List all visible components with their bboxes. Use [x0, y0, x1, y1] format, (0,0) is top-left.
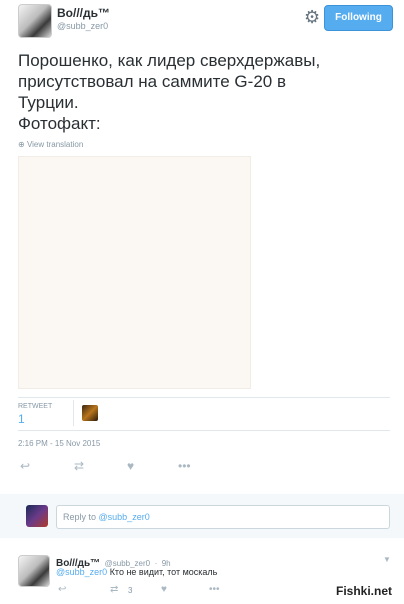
heart-icon[interactable]: ♥ — [161, 584, 167, 595]
tweet-text: Порошенко, как лидер сверхдержавы, прису… — [18, 51, 321, 133]
reply-text-body: Кто не видит, тот москаль — [109, 567, 218, 577]
chevron-down-icon[interactable]: ▼ — [383, 555, 391, 564]
divider — [18, 430, 390, 431]
stat-divider — [73, 400, 74, 426]
heart-icon[interactable]: ♥ — [127, 459, 134, 473]
retweet-stat-count[interactable]: 1 — [18, 412, 25, 426]
view-translation-label: View translation — [26, 140, 84, 149]
reply-retweet-count: 3 — [128, 586, 133, 595]
reply-text-mention[interactable]: @subb_zer0 — [56, 567, 107, 577]
tweet-timestamp: 2:16 PM - 15 Nov 2015 — [18, 439, 101, 448]
reply-prefix: Reply to — [63, 512, 99, 522]
reply-icon[interactable]: ↩ — [58, 584, 66, 595]
more-icon[interactable]: ••• — [178, 459, 191, 473]
globe-icon: ⊕ — [18, 140, 25, 149]
current-user-avatar — [26, 505, 48, 527]
reply-text: @subb_zer0 Кто не видит, тот москаль — [56, 567, 217, 577]
more-icon[interactable]: ••• — [209, 584, 220, 595]
reply-user-avatar[interactable] — [18, 555, 50, 587]
retweet-icon[interactable]: ⇄ — [110, 584, 118, 595]
user-handle[interactable]: @subb_zer0 — [57, 21, 108, 31]
retweeter-avatar[interactable] — [82, 405, 98, 421]
view-translation-link[interactable]: ⊕ View translation — [18, 140, 83, 149]
reply-input[interactable]: Reply to @subb_zer0 — [56, 505, 390, 529]
reply-mention: @subb_zer0 — [98, 512, 150, 522]
user-name[interactable]: Во///дь™ — [57, 6, 110, 20]
retweet-stat-label: RETWEET — [18, 403, 53, 410]
divider — [18, 397, 390, 398]
reply-icon[interactable]: ↩ — [20, 459, 30, 473]
watermark: Fishki.net — [336, 584, 393, 598]
tweet-photo[interactable] — [18, 156, 251, 389]
gear-icon[interactable]: ⚙ — [304, 8, 320, 26]
following-button[interactable]: Following — [324, 5, 393, 31]
retweet-icon[interactable]: ⇄ — [74, 459, 84, 473]
user-avatar[interactable] — [18, 4, 52, 38]
